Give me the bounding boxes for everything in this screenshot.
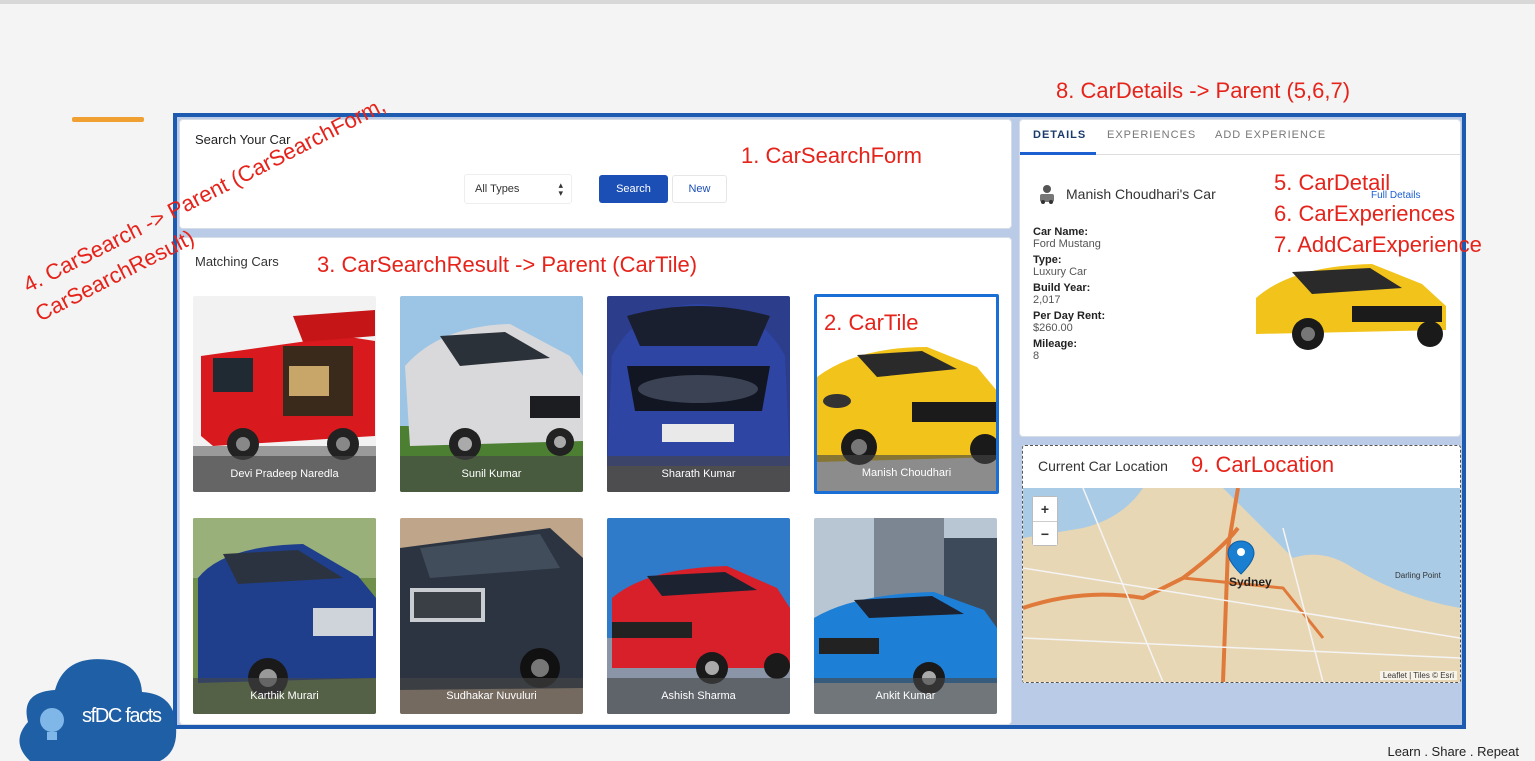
car-tile-owner: Manish Choudhari xyxy=(817,455,996,491)
field-value: 8 xyxy=(1033,350,1040,362)
footer-tagline: Learn . Share . Repeat xyxy=(1387,744,1519,759)
car-location-panel: Current Car Location Sydney Darling Poin… xyxy=(1022,445,1461,683)
tab-experiences[interactable]: EXPERIENCES xyxy=(1107,129,1196,141)
car-tile[interactable]: Sudhakar Nuvuluri xyxy=(400,518,583,714)
car-tile-owner: Ashish Sharma xyxy=(607,678,790,714)
car-type-select[interactable]: All Types ▴ ▾ xyxy=(464,174,572,204)
map-zoom-control: + − xyxy=(1032,496,1058,546)
zoom-out-button[interactable]: − xyxy=(1033,521,1057,545)
slide-top-border xyxy=(0,0,1535,4)
annotation-car-details: 8. CarDetails -> Parent (5,6,7) xyxy=(1056,78,1351,103)
field-value: 2,017 xyxy=(1033,294,1061,306)
car-owner-title: Manish Choudhari's Car xyxy=(1066,186,1216,202)
map-place-label: Darling Point xyxy=(1395,571,1442,580)
car-tile-owner: Sunil Kumar xyxy=(400,456,583,492)
field-label: Mileage: xyxy=(1033,338,1078,350)
car-tile[interactable]: Karthik Murari xyxy=(193,518,376,714)
annotation-car-tile: 2. CarTile xyxy=(824,310,919,335)
field-label: Type: xyxy=(1033,254,1062,266)
annotation-car-experiences: 6. CarExperiences xyxy=(1274,201,1455,226)
car-tile-owner: Sudhakar Nuvuluri xyxy=(400,678,583,714)
details-tabs: DETAILS EXPERIENCES ADD EXPERIENCE xyxy=(1020,120,1460,155)
sfdc-facts-logo: sfDC facts xyxy=(19,659,177,761)
car-details-panel: DETAILS EXPERIENCES ADD EXPERIENCE Manis… xyxy=(1020,120,1460,436)
car-tile[interactable]: Sunil Kumar xyxy=(400,296,583,492)
car-detail-image xyxy=(1256,264,1446,350)
zoom-in-button[interactable]: + xyxy=(1033,497,1057,521)
map-attribution[interactable]: Leaflet | Tiles © Esri xyxy=(1379,671,1457,680)
map-city-label: Sydney xyxy=(1229,575,1272,589)
car-tile-owner: Ankit Kumar xyxy=(814,678,997,714)
car-type-select-value: All Types xyxy=(475,183,520,195)
select-caret-icon: ▴ ▾ xyxy=(558,180,563,198)
orange-accent-bar xyxy=(72,117,144,122)
location-map[interactable]: Sydney Darling Point xyxy=(1023,488,1460,682)
annotation-car-location: 9. CarLocation xyxy=(1191,452,1335,477)
car-tile-owner: Karthik Murari xyxy=(193,678,376,714)
car-tile[interactable]: Devi Pradeep Naredla xyxy=(193,296,376,492)
location-title: Current Car Location xyxy=(1038,458,1168,474)
tab-add-experience[interactable]: ADD EXPERIENCE xyxy=(1215,129,1326,141)
search-button[interactable]: Search xyxy=(599,175,668,203)
logo-text: sfDC facts xyxy=(82,705,162,727)
field-value: $260.00 xyxy=(1033,322,1073,334)
owner-row: Manish Choudhari's Car xyxy=(1038,184,1216,204)
car-tile[interactable]: Sharath Kumar xyxy=(607,296,790,492)
car-tile[interactable]: Ashish Sharma xyxy=(607,518,790,714)
annotation-car-search-form: 1. CarSearchForm xyxy=(741,143,922,168)
car-owner-icon xyxy=(1040,185,1054,204)
annotation-add-car-experience: 7. AddCarExperience xyxy=(1274,232,1482,257)
active-tab-indicator xyxy=(1020,152,1096,155)
car-tile-owner: Devi Pradeep Naredla xyxy=(193,456,376,492)
field-label: Car Name: xyxy=(1033,226,1089,238)
tab-details[interactable]: DETAILS xyxy=(1033,129,1086,141)
annotation-car-search-result: 3. CarSearchResult -> Parent (CarTile) xyxy=(317,252,698,277)
new-button[interactable]: New xyxy=(672,175,727,203)
field-value: Ford Mustang xyxy=(1033,238,1101,250)
car-fields: Car Name: Ford Mustang Type: Luxury Car … xyxy=(1033,222,1105,366)
field-label: Per Day Rent: xyxy=(1033,310,1106,322)
car-tile[interactable]: Ankit Kumar xyxy=(814,518,997,714)
car-tile-owner: Sharath Kumar xyxy=(607,456,790,492)
results-title: Matching Cars xyxy=(195,254,279,269)
field-value: Luxury Car xyxy=(1033,266,1087,278)
field-label: Build Year: xyxy=(1033,282,1091,294)
annotation-car-detail: 5. CarDetail xyxy=(1274,170,1391,195)
